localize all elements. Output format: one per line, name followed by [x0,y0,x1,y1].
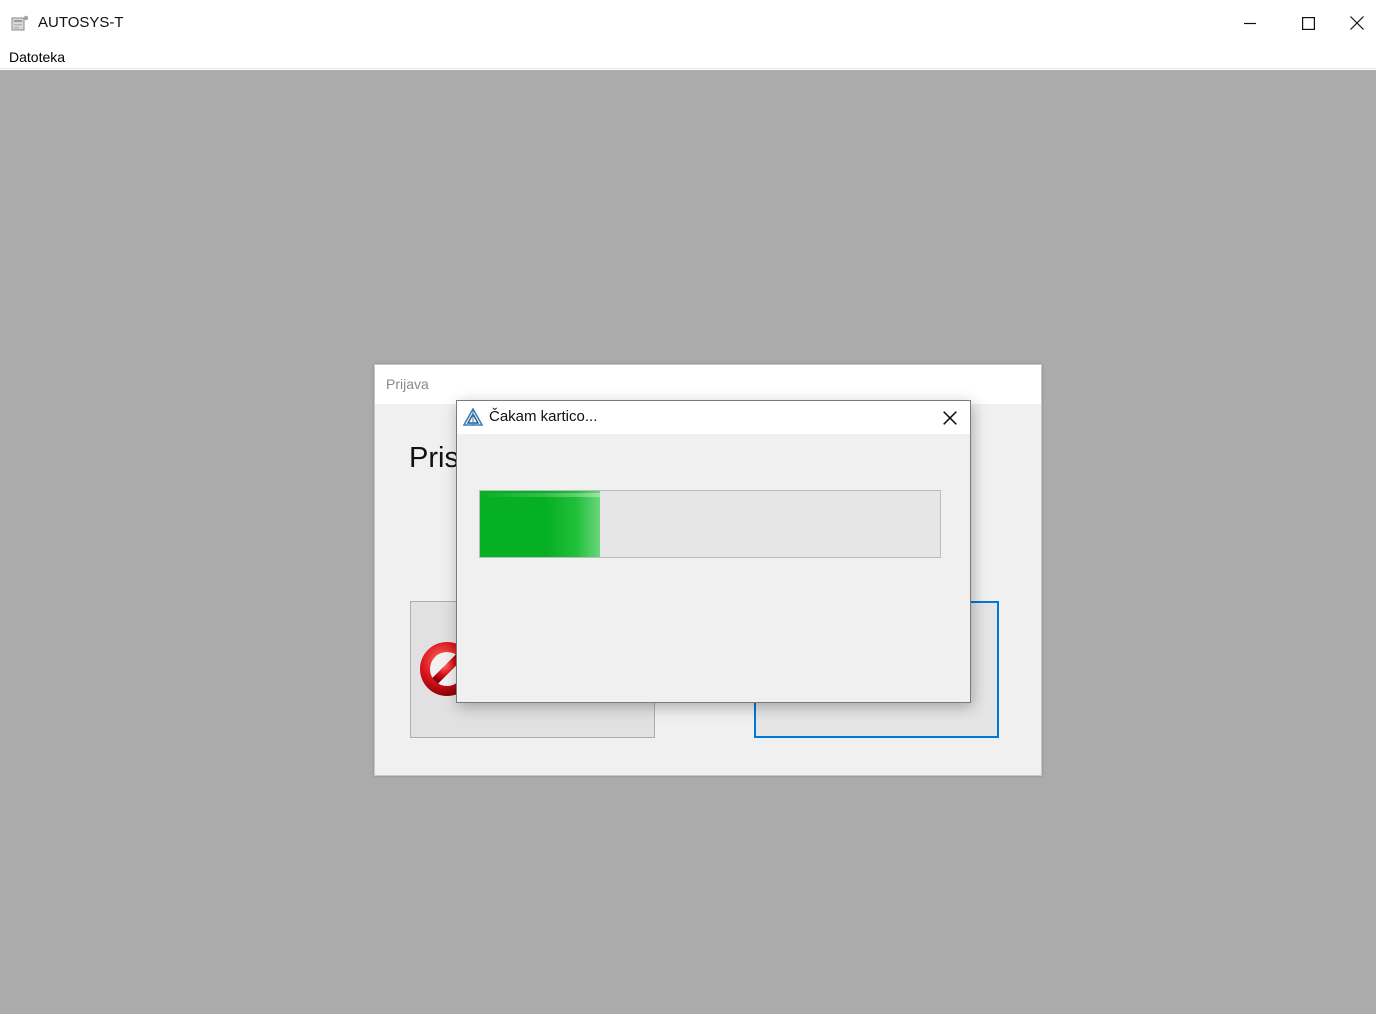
app-window: AUTOSYS-T Datoteka Prijava Pris c [0,0,1376,1014]
login-heading: Pris [409,442,459,474]
minimize-button[interactable] [1221,0,1279,46]
minimize-icon [1244,22,1256,25]
window-title: AUTOSYS-T [38,14,124,31]
login-dialog-titlebar[interactable]: Prijava [375,365,1041,404]
maximize-button[interactable] [1279,0,1337,46]
close-window-button[interactable] [1338,0,1376,46]
progress-dialog-close-button[interactable] [933,404,967,431]
login-dialog-title: Prijava [386,376,429,392]
progress-dialog-titlebar[interactable]: Čakam kartico... [457,401,970,434]
autosys-logo-icon [462,407,484,426]
menu-bar: Datoteka [0,46,1376,69]
maximize-icon [1301,16,1315,30]
title-bar[interactable]: AUTOSYS-T [0,0,1376,46]
close-icon [1350,16,1364,30]
menu-item-datoteka[interactable]: Datoteka [9,48,65,66]
progress-dialog: Čakam kartico... [456,400,971,703]
progress-dialog-title: Čakam kartico... [489,408,598,425]
progress-bar-fill [480,491,600,557]
card-wait-progress-bar [479,490,941,558]
close-icon [943,410,957,425]
app-icon [11,15,29,33]
